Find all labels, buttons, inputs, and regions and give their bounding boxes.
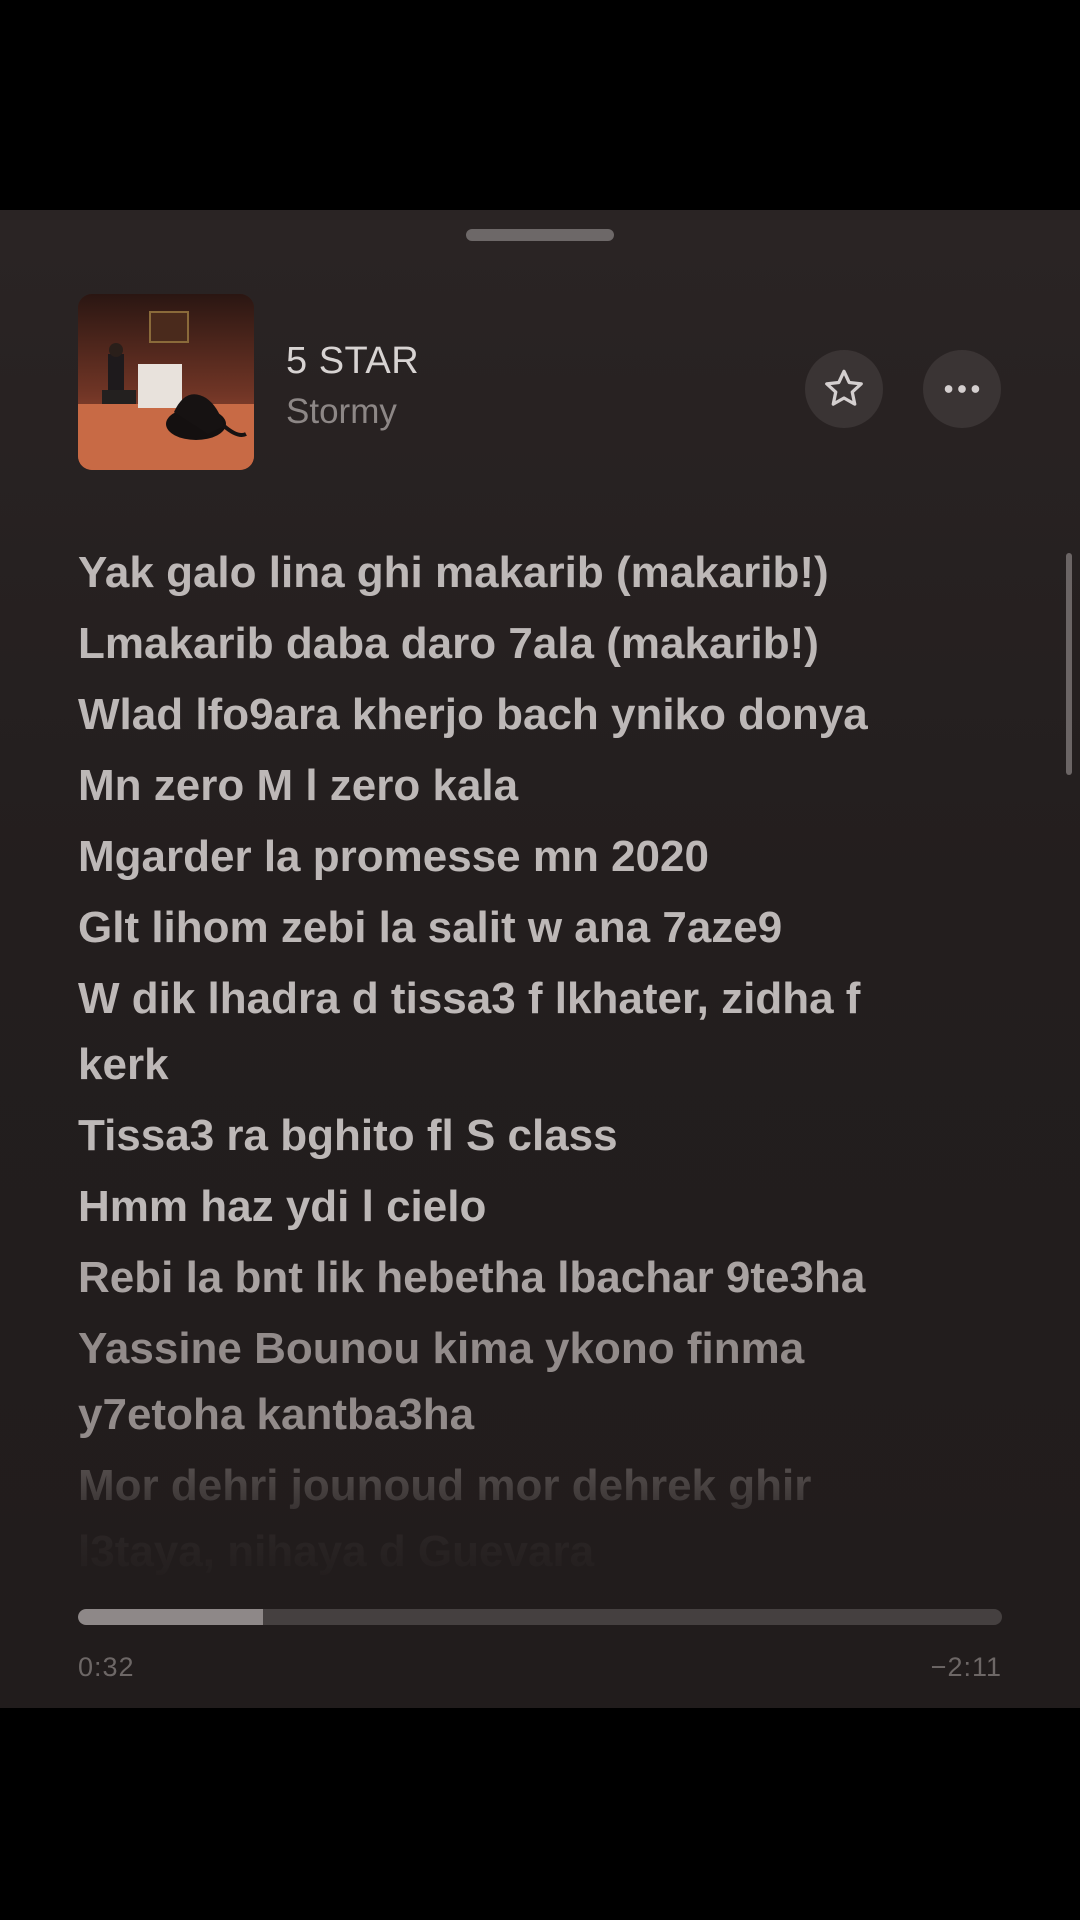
remaining-time: −2:11: [930, 1652, 1002, 1682]
lyric-line[interactable]: Rebi la bnt lik hebetha lbachar 9te3ha: [78, 1245, 958, 1311]
playback-scrubber[interactable]: [78, 1609, 1002, 1625]
screen: 5 STAR Stormy Yak galo lina ghi makarib …: [0, 0, 1080, 1920]
lyric-line[interactable]: Mor dehri jounoud mor dehrek ghir l3taya…: [78, 1453, 958, 1585]
ellipsis-icon: [944, 385, 980, 393]
track-title: 5 STAR: [286, 340, 420, 382]
lyrics-scrollbar[interactable]: [1066, 553, 1072, 775]
album-artwork[interactable]: [78, 294, 254, 470]
lyric-line[interactable]: W dik lhadra d tissa3 f lkhater, zidha f…: [78, 966, 958, 1098]
star-outline-icon: [825, 369, 863, 406]
sheet-grabber-handle[interactable]: [466, 229, 614, 241]
album-artwork-image: [78, 294, 254, 470]
playback-progress-fill: [78, 1609, 263, 1625]
lyric-line[interactable]: Glt lihom zebi la salit w ana 7aze9: [78, 895, 958, 961]
favorite-button[interactable]: [805, 350, 883, 428]
lyric-line[interactable]: Wlad lfo9ara kherjo bach yniko donya: [78, 682, 958, 748]
lyric-line[interactable]: Tissa3 ra bghito fl S class: [78, 1103, 958, 1169]
lyric-line[interactable]: Mgarder la promesse mn 2020: [78, 824, 958, 890]
track-header: 5 STAR Stormy: [78, 294, 1002, 470]
elapsed-time: 0:32: [78, 1652, 135, 1682]
lyric-line[interactable]: Hmm haz ydi l cielo: [78, 1174, 958, 1240]
lyric-line[interactable]: Lmakarib daba daro 7ala (makarib!): [78, 611, 958, 677]
more-options-button[interactable]: [923, 350, 1001, 428]
lyrics-list[interactable]: Yak galo lina ghi makarib (makarib!) Lma…: [78, 540, 958, 1708]
lyric-line[interactable]: Mn zero M l zero kala: [78, 753, 958, 819]
lyric-line[interactable]: Yassine Bounou kima ykono finma y7etoha …: [78, 1316, 958, 1448]
track-artist[interactable]: Stormy: [286, 392, 397, 432]
now-playing-lyrics-sheet: 5 STAR Stormy Yak galo lina ghi makarib …: [0, 210, 1080, 1708]
lyric-line[interactable]: Yak galo lina ghi makarib (makarib!): [78, 540, 958, 606]
